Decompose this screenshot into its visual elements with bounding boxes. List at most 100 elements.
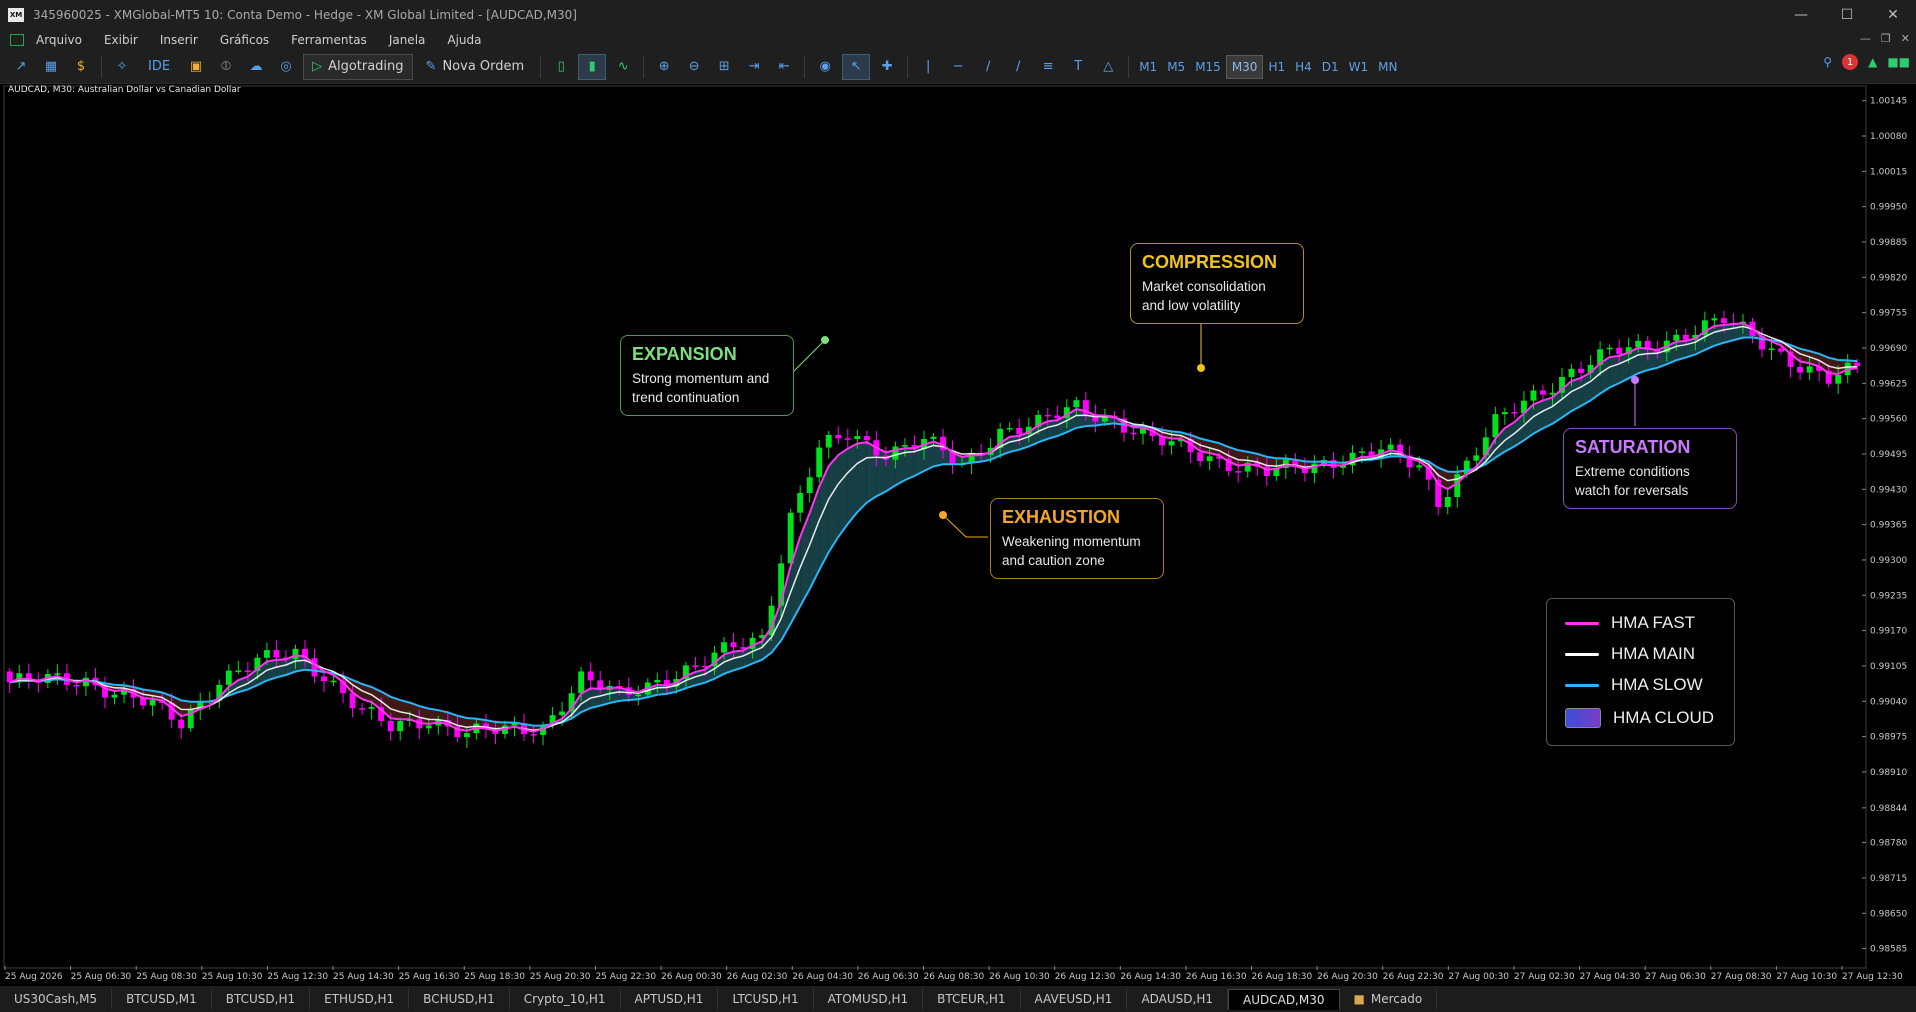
menu-item-exibir[interactable]: Exibir <box>104 33 138 47</box>
timeframe-h4[interactable]: H4 <box>1290 56 1317 78</box>
tab-adausd-h1[interactable]: ADAUSD,H1 <box>1127 989 1228 1009</box>
menu-item-janela[interactable]: Janela <box>389 33 426 47</box>
notification-badge[interactable]: 1 <box>1842 54 1859 70</box>
expansion-text: Strong momentum and trend continuation <box>632 371 770 405</box>
templates-icon[interactable]: ▦ <box>38 55 64 79</box>
child-minimize-icon[interactable]: — <box>1860 32 1871 45</box>
market-icon[interactable]: ▣ <box>183 55 209 79</box>
crosshair-icon[interactable]: ✚ <box>874 55 900 79</box>
chart-shift-icon[interactable]: ⇤ <box>771 55 797 79</box>
timeframe-m30[interactable]: M30 <box>1225 54 1264 79</box>
channel-icon[interactable]: ∕ <box>1005 55 1031 79</box>
candlestick-chart-icon[interactable]: ▮ <box>578 53 607 80</box>
dollar-icon[interactable]: $ <box>68 55 94 79</box>
tile-windows-icon[interactable]: ⊞ <box>711 55 737 79</box>
bar-chart-icon[interactable]: ▯ <box>548 55 574 79</box>
minimize-icon[interactable]: — <box>1778 0 1824 29</box>
algotrading-button[interactable]: ▷ Algotrading <box>303 53 413 80</box>
signal-strength-icon[interactable]: ▲ <box>1868 55 1877 69</box>
tab-ethusd-h1[interactable]: ETHUSD,H1 <box>310 989 410 1009</box>
fibonacci-icon[interactable]: ≡ <box>1035 55 1061 79</box>
cloud-segment <box>838 448 848 537</box>
ide-button[interactable]: IDE <box>139 54 179 80</box>
time-tick-label: 26 Aug 00:30 <box>661 972 722 982</box>
tab-btcusd-m1[interactable]: BTCUSD,M1 <box>112 989 212 1009</box>
saturation-text: Extreme conditions watch for reversals <box>1575 464 1690 498</box>
trendline-icon[interactable]: ∕ <box>975 55 1001 79</box>
horizontal-line-icon[interactable]: − <box>945 55 971 79</box>
panel-toggle-icon[interactable] <box>10 33 24 46</box>
legend-swatch <box>1565 621 1599 625</box>
tab-atomusd-h1[interactable]: ATOMUSD,H1 <box>814 989 924 1009</box>
timeframe-m15[interactable]: M15 <box>1190 56 1226 78</box>
connector-dot <box>939 511 947 519</box>
maximize-icon[interactable]: ☐ <box>1824 0 1870 29</box>
vertical-line-icon[interactable]: | <box>915 55 941 79</box>
tab-market[interactable]: ■ Mercado <box>1340 989 1438 1009</box>
child-restore-icon[interactable]: ❐ <box>1881 32 1891 45</box>
candle <box>16 665 23 688</box>
autoscroll-icon[interactable]: ⇥ <box>741 55 767 79</box>
menu-item-ferramentas[interactable]: Ferramentas <box>291 33 367 47</box>
candle <box>1292 453 1299 474</box>
timeframe-m1[interactable]: M1 <box>1134 56 1162 78</box>
menu-item-arquivo[interactable]: Arquivo <box>36 33 82 47</box>
text-tool-icon[interactable]: T <box>1065 55 1091 79</box>
zoom-in-icon[interactable]: ⊕ <box>651 55 677 79</box>
navigator-icon[interactable]: ✧ <box>109 55 135 79</box>
tab-aaveusd-h1[interactable]: AAVEUSD,H1 <box>1021 989 1128 1009</box>
candle <box>1092 404 1099 433</box>
time-tick-label: 25 Aug 16:30 <box>399 972 460 982</box>
timeframe-m5[interactable]: M5 <box>1162 56 1190 78</box>
cursor-icon[interactable]: ↖ <box>842 53 871 80</box>
price-chart[interactable]: 1.00145 1.00080 1.00015 0.99950 0.99885 0.998… <box>0 84 1916 986</box>
close-icon[interactable]: ✕ <box>1870 0 1916 29</box>
price-tick-label: 0.98780 <box>1870 839 1907 849</box>
cloud-icon[interactable]: ☁ <box>243 55 269 79</box>
child-close-icon[interactable]: ✕ <box>1901 32 1910 45</box>
menu-item-graficos[interactable]: Gráficos <box>220 33 269 47</box>
shapes-icon[interactable]: △ <box>1095 55 1121 79</box>
zoom-out-icon[interactable]: ⊖ <box>681 55 707 79</box>
title-bar: XM 345960025 - XMGlobal-MT5 10: Conta De… <box>0 0 1916 29</box>
tab-aptusd-h1[interactable]: APTUSD,H1 <box>621 989 719 1009</box>
tab-ltcusd-h1[interactable]: LTCUSD,H1 <box>718 989 814 1009</box>
connection-icon[interactable]: ■■ <box>1887 55 1910 69</box>
time-tick-label: 26 Aug 16:30 <box>1186 972 1247 982</box>
candle <box>482 714 489 739</box>
timeframe-h1[interactable]: H1 <box>1263 56 1290 78</box>
price-tick-label: 0.99755 <box>1870 309 1907 319</box>
timeframe-d1[interactable]: D1 <box>1317 56 1344 78</box>
chart-window[interactable]: 1.00145 1.00080 1.00015 0.99950 0.99885 0.998… <box>0 84 1916 982</box>
candle <box>816 439 823 483</box>
candle <box>397 717 404 741</box>
tab-us30cash-m5[interactable]: US30Cash,M5 <box>0 989 113 1009</box>
menu-item-inserir[interactable]: Inserir <box>160 33 198 47</box>
timeframe-w1[interactable]: W1 <box>1344 56 1374 78</box>
time-tick-label: 25 Aug 22:30 <box>595 972 656 982</box>
line-chart-icon[interactable]: ∿ <box>610 55 636 79</box>
time-tick-label: 25 Aug 12:30 <box>267 972 328 982</box>
search-icon[interactable]: ⚲ <box>1823 55 1832 69</box>
price-axis[interactable]: 1.00145 1.00080 1.00015 0.99950 0.99885 0.998… <box>1862 97 1907 955</box>
globe-icon[interactable]: ◎ <box>273 55 299 79</box>
tab-crypto10-h1[interactable]: Crypto_10,H1 <box>510 989 621 1009</box>
tab-audcad-m30[interactable]: AUDCAD,M30 <box>1228 988 1340 1010</box>
tab-btceur-h1[interactable]: BTCEUR,H1 <box>923 989 1021 1009</box>
chart-type-icon[interactable]: ↗ <box>8 55 34 79</box>
timeframe-mn[interactable]: MN <box>1373 56 1402 78</box>
candle <box>235 660 242 675</box>
signal-icon[interactable]: ⦷ <box>213 55 239 79</box>
saturation-callout: SATURATION Extreme conditions watch for … <box>1563 428 1737 509</box>
screenshot-icon[interactable]: ◉ <box>812 55 838 79</box>
time-tick-label: 27 Aug 04:30 <box>1580 972 1641 982</box>
new-order-button[interactable]: ✎ Nova Ordem <box>417 54 534 80</box>
candle <box>1759 327 1765 358</box>
tab-bchusd-h1[interactable]: BCHUSD,H1 <box>409 989 510 1009</box>
connector-dot <box>821 336 829 344</box>
separator <box>804 55 806 78</box>
tab-btcusd-h1[interactable]: BTCUSD,H1 <box>212 989 311 1009</box>
connector-dot <box>1197 364 1205 372</box>
menu-item-ajuda[interactable]: Ajuda <box>447 33 481 47</box>
time-tick-label: 26 Aug 08:30 <box>924 972 985 982</box>
